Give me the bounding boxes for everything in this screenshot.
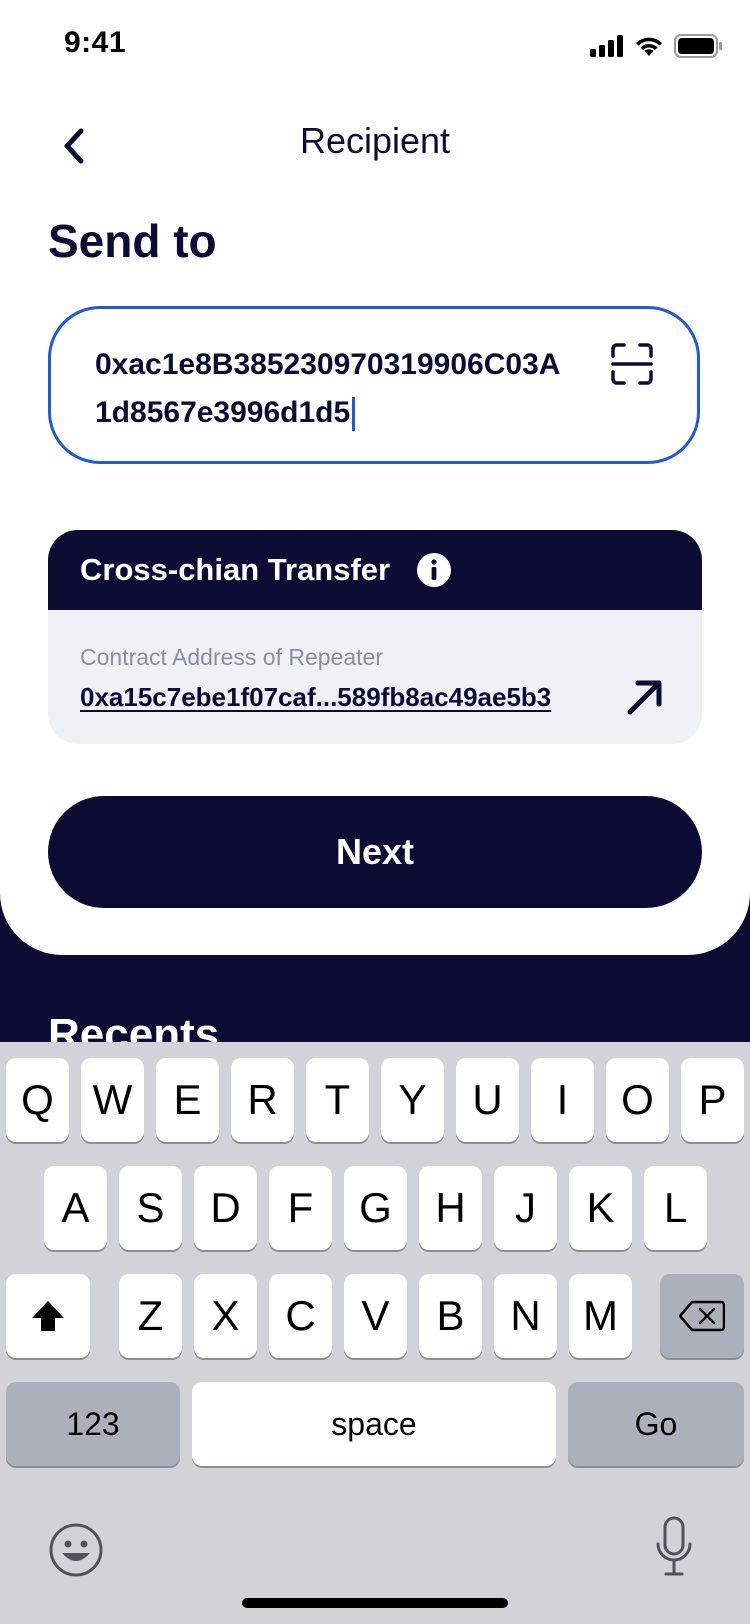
home-indicator[interactable] — [242, 1598, 508, 1608]
key-s[interactable]: S — [119, 1166, 182, 1250]
arrow-up-right-icon[interactable] — [624, 676, 666, 718]
info-icon[interactable] — [416, 552, 452, 588]
key-u[interactable]: U — [456, 1058, 519, 1142]
key-v[interactable]: V — [344, 1274, 407, 1358]
key-j[interactable]: J — [494, 1166, 557, 1250]
text-caret — [352, 397, 356, 432]
key-n[interactable]: N — [494, 1274, 557, 1358]
status-time: 9:41 — [64, 26, 127, 59]
backspace-icon — [679, 1300, 725, 1332]
key-a[interactable]: A — [44, 1166, 107, 1250]
key-m[interactable]: M — [569, 1274, 632, 1358]
key-z[interactable]: Z — [119, 1274, 182, 1358]
send-to-heading: Send to — [48, 215, 217, 267]
cross-chain-title: Cross-chian Transfer — [80, 552, 391, 587]
key-r[interactable]: R — [231, 1058, 294, 1142]
next-button[interactable]: Next — [48, 796, 702, 908]
keyboard-row-1: Q W E R T Y U I O P — [0, 1058, 750, 1142]
battery-icon — [674, 34, 722, 58]
key-h[interactable]: H — [419, 1166, 482, 1250]
cross-chain-card: Cross-chian Transfer Contract Address of… — [48, 530, 702, 744]
cellular-signal-icon — [590, 35, 623, 57]
key-x[interactable]: X — [194, 1274, 257, 1358]
emoji-icon[interactable] — [48, 1522, 104, 1578]
delete-key[interactable] — [660, 1274, 744, 1358]
go-key[interactable]: Go — [568, 1382, 744, 1466]
key-e[interactable]: E — [156, 1058, 219, 1142]
recipient-address-input[interactable]: 0xac1e8B385230970319906C03A1d8567e3996d1… — [48, 306, 700, 464]
keyboard: Q W E R T Y U I O P A S D F G H J K L Z … — [0, 1042, 750, 1624]
space-key[interactable]: space — [192, 1382, 556, 1466]
microphone-icon[interactable] — [654, 1516, 694, 1578]
key-o[interactable]: O — [606, 1058, 669, 1142]
address-input-value: 0xac1e8B385230970319906C03A1d8567e3996d1… — [95, 348, 561, 429]
shift-key[interactable] — [6, 1274, 90, 1358]
key-y[interactable]: Y — [381, 1058, 444, 1142]
keyboard-row-3: Z X C V B N M — [0, 1274, 750, 1358]
cross-chain-header: Cross-chian Transfer — [48, 530, 702, 610]
shift-icon — [32, 1301, 64, 1331]
main-panel: 9:41 Recipient Send to 0xac1e8B385230970… — [0, 0, 750, 955]
key-w[interactable]: W — [81, 1058, 144, 1142]
address-input-text[interactable]: 0xac1e8B385230970319906C03A1d8567e3996d1… — [95, 341, 575, 437]
status-icons — [590, 30, 722, 62]
key-f[interactable]: F — [269, 1166, 332, 1250]
key-c[interactable]: C — [269, 1274, 332, 1358]
key-t[interactable]: T — [306, 1058, 369, 1142]
key-p[interactable]: P — [681, 1058, 744, 1142]
keyboard-row-2: A S D F G H J K L — [0, 1166, 750, 1250]
keyboard-row-4: 123 space Go — [0, 1382, 750, 1466]
repeater-address-link[interactable]: 0xa15c7ebe1f07caf...589fb8ac49ae5b3 — [80, 682, 551, 713]
scan-qr-icon[interactable] — [611, 343, 653, 385]
page-title: Recipient — [299, 120, 451, 161]
key-b[interactable]: B — [419, 1274, 482, 1358]
key-l[interactable]: L — [644, 1166, 707, 1250]
key-q[interactable]: Q — [6, 1058, 69, 1142]
wifi-icon — [636, 37, 662, 56]
numbers-key[interactable]: 123 — [6, 1382, 180, 1466]
key-d[interactable]: D — [194, 1166, 257, 1250]
key-k[interactable]: K — [569, 1166, 632, 1250]
key-g[interactable]: G — [344, 1166, 407, 1250]
key-i[interactable]: I — [531, 1058, 594, 1142]
repeater-label: Contract Address of Repeater — [80, 644, 383, 670]
